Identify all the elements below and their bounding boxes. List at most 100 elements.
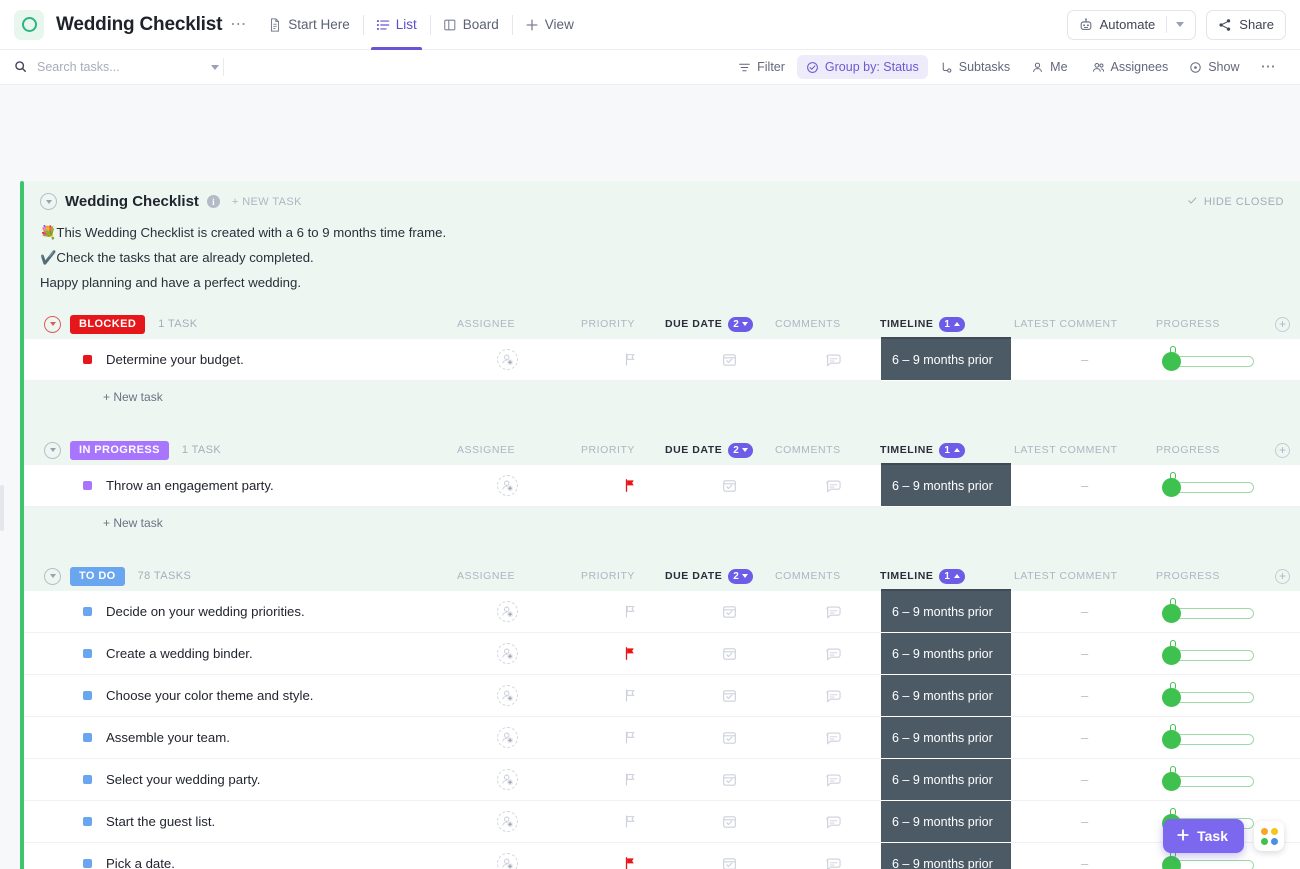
assignee-cell[interactable]: [497, 349, 518, 370]
scrollbar[interactable]: [0, 485, 4, 531]
comment-icon[interactable]: [825, 479, 841, 493]
new-task-row-in-progress[interactable]: + New task: [24, 507, 1300, 539]
column-header-priority[interactable]: PRIORITY: [581, 318, 635, 330]
timeline-cell[interactable]: 6 – 9 months prior: [881, 843, 1011, 869]
add-assignee-icon[interactable]: [497, 643, 518, 664]
column-header-comments[interactable]: COMMENTS: [775, 570, 841, 582]
progress-slider[interactable]: [1162, 639, 1254, 665]
priority-cell[interactable]: [623, 688, 637, 703]
comments-cell[interactable]: [825, 857, 841, 869]
comment-icon[interactable]: [825, 815, 841, 829]
column-header-comments[interactable]: COMMENTS: [775, 318, 841, 330]
assignee-cell[interactable]: [497, 769, 518, 790]
calendar-icon[interactable]: [722, 730, 737, 745]
column-header-comments[interactable]: COMMENTS: [775, 444, 841, 456]
progress-slider[interactable]: [1162, 849, 1254, 869]
add-assignee-icon[interactable]: [497, 727, 518, 748]
add-column-button[interactable]: +: [1275, 316, 1290, 332]
table-row[interactable]: Create a wedding binder. 6 – 9 months pr…: [24, 633, 1300, 675]
column-header-assignee[interactable]: ASSIGNEE: [457, 570, 515, 582]
task-name[interactable]: Start the guest list.: [106, 814, 215, 829]
calendar-icon[interactable]: [722, 814, 737, 829]
timeline-cell[interactable]: 6 – 9 months prior: [881, 759, 1011, 801]
hide-closed-button[interactable]: HIDE CLOSED: [1187, 195, 1284, 209]
progress-knob[interactable]: [1162, 603, 1181, 623]
me-button[interactable]: Me: [1022, 55, 1076, 79]
due-date-cell[interactable]: [722, 856, 737, 869]
status-badge[interactable]: IN PROGRESS: [70, 440, 169, 460]
add-assignee-icon[interactable]: [497, 769, 518, 790]
add-assignee-icon[interactable]: [497, 349, 518, 370]
assignee-cell[interactable]: [497, 601, 518, 622]
priority-flag-urgent-icon[interactable]: [623, 478, 637, 493]
priority-flag-empty-icon[interactable]: [623, 604, 637, 619]
status-dot[interactable]: [83, 817, 92, 826]
table-row[interactable]: Determine your budget. 6 – 9 months prio…: [24, 339, 1300, 381]
calendar-icon[interactable]: [722, 688, 737, 703]
comments-cell[interactable]: [825, 731, 841, 745]
priority-cell[interactable]: [623, 772, 637, 787]
priority-cell[interactable]: [623, 856, 637, 869]
assignee-cell[interactable]: [497, 475, 518, 496]
timeline-cell[interactable]: 6 – 9 months prior: [881, 633, 1011, 675]
status-dot[interactable]: [83, 649, 92, 658]
status-dot[interactable]: [83, 607, 92, 616]
collapse-chevron-icon[interactable]: [40, 193, 57, 210]
show-button[interactable]: Show: [1180, 55, 1248, 79]
assignees-button[interactable]: Assignees: [1083, 55, 1178, 79]
task-name[interactable]: Decide on your wedding priorities.: [106, 604, 305, 619]
add-assignee-icon[interactable]: [497, 601, 518, 622]
list-more-options-button[interactable]: ⋯: [230, 16, 247, 33]
priority-cell[interactable]: [623, 814, 637, 829]
column-header-progress[interactable]: PROGRESS: [1156, 444, 1220, 456]
comments-cell[interactable]: [825, 815, 841, 829]
column-header-timeline[interactable]: TIMELINE 1: [880, 442, 965, 458]
overflow-menu-button[interactable]: ⋯: [1252, 55, 1287, 79]
status-dot[interactable]: [83, 355, 92, 364]
comment-icon[interactable]: [825, 731, 841, 745]
timeline-cell[interactable]: 6 – 9 months prior: [881, 591, 1011, 633]
assignee-cell[interactable]: [497, 853, 518, 869]
apps-grid-icon[interactable]: [1254, 821, 1284, 851]
column-header-latest-comment[interactable]: LATEST COMMENT: [1014, 318, 1118, 330]
task-name[interactable]: Create a wedding binder.: [106, 646, 253, 661]
status-dot[interactable]: [83, 481, 92, 490]
add-column-button[interactable]: +: [1275, 568, 1290, 584]
column-header-priority[interactable]: PRIORITY: [581, 444, 635, 456]
status-badge[interactable]: TO DO: [70, 566, 125, 586]
add-assignee-icon[interactable]: [497, 811, 518, 832]
calendar-icon[interactable]: [722, 604, 737, 619]
comment-icon[interactable]: [825, 353, 841, 367]
add-assignee-icon[interactable]: [497, 685, 518, 706]
priority-flag-empty-icon[interactable]: [623, 730, 637, 745]
priority-flag-empty-icon[interactable]: [623, 814, 637, 829]
priority-cell[interactable]: [623, 352, 637, 367]
task-name[interactable]: Throw an engagement party.: [106, 478, 274, 493]
new-task-row-blocked[interactable]: + New task: [24, 381, 1300, 413]
timeline-cell[interactable]: 6 – 9 months prior: [881, 801, 1011, 843]
comments-cell[interactable]: [825, 689, 841, 703]
calendar-icon[interactable]: [722, 478, 737, 493]
add-task-fab-button[interactable]: Task: [1163, 819, 1244, 853]
priority-flag-urgent-icon[interactable]: [623, 646, 637, 661]
column-header-due-date[interactable]: DUE DATE 2: [665, 568, 754, 584]
status-dot[interactable]: [83, 691, 92, 700]
new-task-link[interactable]: + NEW TASK: [232, 196, 302, 208]
priority-cell[interactable]: [623, 646, 637, 661]
priority-flag-urgent-icon[interactable]: [623, 856, 637, 869]
progress-slider[interactable]: [1162, 597, 1254, 623]
status-dot[interactable]: [83, 859, 92, 868]
task-name[interactable]: Choose your color theme and style.: [106, 688, 313, 703]
search-input[interactable]: [37, 60, 202, 74]
table-row[interactable]: Pick a date. 6 – 9 months prior –: [24, 843, 1300, 869]
group-collapse-chevron-icon[interactable]: [44, 315, 61, 333]
due-date-cell[interactable]: [722, 730, 737, 745]
group-by-button[interactable]: Group by: Status: [796, 55, 928, 79]
column-header-progress[interactable]: PROGRESS: [1156, 570, 1220, 582]
progress-knob[interactable]: [1162, 351, 1181, 371]
assignee-cell[interactable]: [497, 685, 518, 706]
group-collapse-chevron-icon[interactable]: [44, 441, 61, 459]
table-row[interactable]: Throw an engagement party. 6 – 9 months …: [24, 465, 1300, 507]
priority-cell[interactable]: [623, 604, 637, 619]
progress-slider[interactable]: [1162, 723, 1254, 749]
